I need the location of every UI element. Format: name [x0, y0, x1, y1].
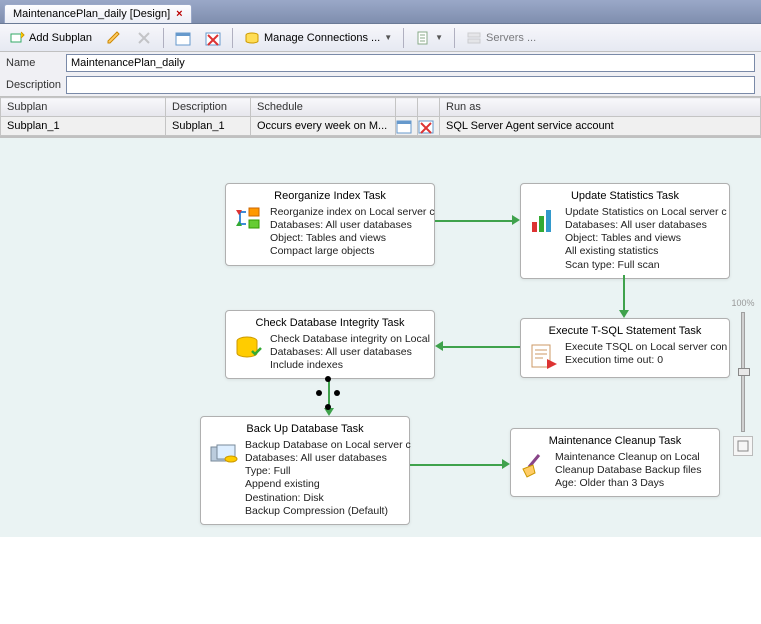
schedule-remove-cell-button[interactable] [418, 117, 440, 136]
zoom-fit-button[interactable] [733, 436, 753, 456]
delete-button [131, 27, 157, 49]
add-subplan-button[interactable]: Add Subplan [4, 27, 97, 49]
name-label: Name [6, 57, 66, 69]
calendar-remove-icon [205, 30, 221, 46]
toolbar: Add Subplan Manage Connections ... ▼ ▼ S… [0, 24, 761, 52]
zoom-label: 100% [731, 298, 754, 308]
connections-icon [244, 30, 260, 46]
task-title: Check Database Integrity Task [234, 317, 426, 329]
task-execute-tsql[interactable]: Execute T-SQL Statement Task Execute TSQ… [520, 318, 730, 378]
task-title: Update Statistics Task [529, 190, 721, 202]
description-input[interactable] [66, 76, 755, 94]
delete-icon [136, 30, 152, 46]
task-reorganize-index[interactable]: Reorganize Index Task Reorganize index o… [225, 183, 435, 266]
task-maintenance-cleanup[interactable]: Maintenance Cleanup Task Maintenance Cle… [510, 428, 720, 497]
plan-properties-panel: Name Description [0, 52, 761, 97]
chevron-down-icon: ▼ [384, 33, 392, 42]
schedule-button[interactable] [170, 27, 196, 49]
col-schedule-remove-icon [418, 98, 440, 117]
calendar-remove-icon [418, 118, 434, 134]
calendar-icon [396, 118, 412, 134]
add-subplan-label: Add Subplan [29, 32, 92, 44]
grid-header-row: Subplan Description Schedule Run as [1, 98, 761, 117]
close-icon[interactable]: × [176, 8, 182, 20]
task-title: Reorganize Index Task [234, 190, 426, 202]
tsql-icon [529, 341, 559, 371]
tab-maintenance-plan[interactable]: MaintenancePlan_daily [Design] × [4, 4, 192, 23]
task-backup-database[interactable]: Back Up Database Task Backup Database on… [200, 416, 410, 525]
zoom-thumb[interactable] [738, 368, 750, 376]
task-title: Back Up Database Task [209, 423, 401, 435]
database-check-icon [234, 333, 264, 363]
manage-connections-label: Manage Connections ... [264, 32, 380, 44]
report-icon [415, 30, 431, 46]
statistics-icon [529, 206, 559, 236]
name-input[interactable] [66, 54, 755, 72]
servers-button: Servers ... [461, 27, 541, 49]
cell-runas: SQL Server Agent service account [440, 117, 761, 136]
task-description: Check Database integrity on LocalDatabas… [270, 333, 430, 372]
task-description: Update Statistics on Local server cDatab… [565, 206, 727, 272]
cell-subplan: Subplan_1 [1, 117, 166, 136]
task-description: Execute TSQL on Local server conExecutio… [565, 341, 727, 371]
task-title: Maintenance Cleanup Task [519, 435, 711, 447]
subplan-grid: Subplan Description Schedule Run as Subp… [0, 97, 761, 137]
cleanup-broom-icon [519, 451, 549, 481]
task-description: Reorganize index on Local server cDataba… [270, 206, 435, 259]
edit-button[interactable] [101, 27, 127, 49]
task-description: Backup Database on Local server cDatabas… [245, 439, 411, 518]
servers-icon [466, 30, 482, 46]
col-subplan: Subplan [1, 98, 166, 117]
zoom-track[interactable] [741, 312, 745, 432]
zoom-slider[interactable]: 100% [731, 298, 755, 456]
toolbar-separator [403, 28, 404, 48]
col-runas: Run as [440, 98, 761, 117]
cell-schedule: Occurs every week on M... [251, 117, 396, 136]
task-check-integrity[interactable]: Check Database Integrity Task Check Data… [225, 310, 435, 379]
backup-icon [209, 439, 239, 469]
task-title: Execute T-SQL Statement Task [529, 325, 721, 337]
reorganize-index-icon [234, 206, 264, 236]
toolbar-separator [163, 28, 164, 48]
servers-label: Servers ... [486, 32, 536, 44]
task-update-statistics[interactable]: Update Statistics Task Update Statistics… [520, 183, 730, 279]
col-schedule-icon [396, 98, 418, 117]
fit-icon [736, 439, 750, 453]
cell-description: Subplan_1 [166, 117, 251, 136]
pencil-icon [106, 30, 122, 46]
toolbar-separator [454, 28, 455, 48]
remove-schedule-button[interactable] [200, 27, 226, 49]
manage-connections-button[interactable]: Manage Connections ... ▼ [239, 27, 397, 49]
tab-strip: MaintenancePlan_daily [Design] × [0, 0, 761, 24]
grid-row[interactable]: Subplan_1 Subplan_1 Occurs every week on… [1, 117, 761, 136]
add-subplan-icon [9, 30, 25, 46]
design-canvas[interactable]: Reorganize Index Task Reorganize index o… [0, 137, 761, 537]
col-description: Description [166, 98, 251, 117]
reporting-button[interactable]: ▼ [410, 27, 448, 49]
schedule-cell-button[interactable] [396, 117, 418, 136]
toolbar-separator [232, 28, 233, 48]
tab-title: MaintenancePlan_daily [Design] [13, 8, 170, 20]
calendar-icon [175, 30, 191, 46]
col-schedule: Schedule [251, 98, 396, 117]
chevron-down-icon: ▼ [435, 33, 443, 42]
description-label: Description [6, 79, 66, 91]
task-description: Maintenance Cleanup on LocalCleanup Data… [555, 451, 702, 490]
